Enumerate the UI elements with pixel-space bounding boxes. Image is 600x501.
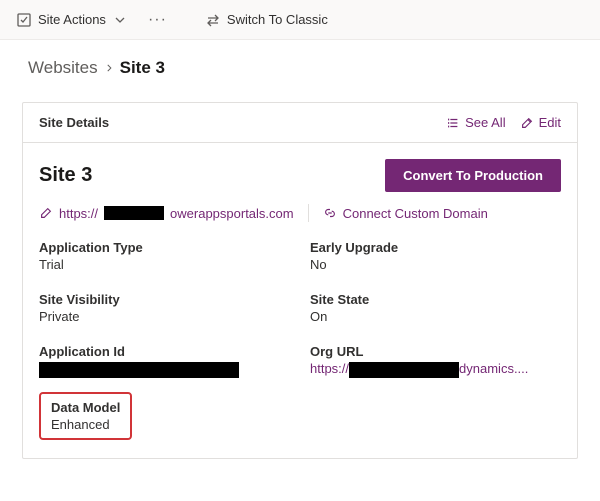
- field-value: On: [310, 309, 561, 324]
- see-all-label: See All: [465, 115, 505, 130]
- field-value: [39, 361, 290, 378]
- site-url-link[interactable]: https:// owerappsportals.com: [39, 206, 294, 221]
- data-model-highlight: Data Model Enhanced: [39, 392, 132, 440]
- see-all-button[interactable]: See All: [446, 115, 505, 130]
- redacted-block: [349, 362, 459, 378]
- field-label: Application Type: [39, 240, 290, 255]
- list-icon: [446, 116, 460, 130]
- card-actions: See All Edit: [446, 115, 561, 130]
- early-upgrade-field: Early Upgrade No: [310, 240, 561, 272]
- url-prefix: https://: [59, 206, 98, 221]
- site-visibility-field: Site Visibility Private: [39, 292, 290, 324]
- redacted-block: [39, 362, 239, 378]
- checklist-icon: [16, 12, 32, 28]
- breadcrumb-current: Site 3: [120, 58, 165, 78]
- field-value: Private: [39, 309, 290, 324]
- site-heading-row: Site 3 Convert To Production: [39, 159, 561, 192]
- site-actions-button[interactable]: Site Actions: [10, 8, 134, 32]
- more-actions-button[interactable]: ···: [142, 11, 173, 29]
- field-value[interactable]: https:// dynamics....: [310, 361, 561, 378]
- org-url-prefix: https://: [310, 361, 349, 376]
- breadcrumb-parent[interactable]: Websites: [28, 58, 98, 78]
- redacted-block: [104, 206, 164, 220]
- card-header: Site Details See All Edit: [23, 103, 577, 143]
- field-label: Site State: [310, 292, 561, 307]
- field-label: Data Model: [51, 400, 120, 415]
- swap-icon: [205, 12, 221, 28]
- link-icon: [323, 206, 337, 220]
- url-row: https:// owerappsportals.com Connect Cust…: [39, 204, 561, 222]
- edit-label: Edit: [539, 115, 561, 130]
- field-label: Application Id: [39, 344, 290, 359]
- url-suffix: owerappsportals.com: [170, 206, 294, 221]
- details-grid: Application Type Trial Early Upgrade No …: [39, 240, 561, 378]
- site-actions-label: Site Actions: [38, 12, 106, 27]
- field-label: Site Visibility: [39, 292, 290, 307]
- field-label: Early Upgrade: [310, 240, 561, 255]
- site-name: Site 3: [39, 164, 92, 187]
- chevron-right-icon: [104, 58, 114, 78]
- field-value: Enhanced: [51, 417, 120, 432]
- convert-to-production-button[interactable]: Convert To Production: [385, 159, 561, 192]
- field-value: Trial: [39, 257, 290, 272]
- switch-to-classic-label: Switch To Classic: [227, 12, 328, 27]
- pencil-icon: [520, 116, 534, 130]
- chevron-down-icon: [112, 12, 128, 28]
- pencil-icon: [39, 206, 53, 220]
- org-url-suffix: dynamics....: [459, 361, 528, 376]
- org-url-field: Org URL https:// dynamics....: [310, 344, 561, 378]
- edit-button[interactable]: Edit: [520, 115, 561, 130]
- field-label: Org URL: [310, 344, 561, 359]
- switch-to-classic-button[interactable]: Switch To Classic: [199, 8, 334, 32]
- card-title: Site Details: [39, 115, 109, 130]
- connect-domain-label: Connect Custom Domain: [343, 206, 488, 221]
- connect-custom-domain-link[interactable]: Connect Custom Domain: [323, 206, 488, 221]
- site-details-card: Site Details See All Edit Site 3 Convert…: [22, 102, 578, 459]
- field-value: No: [310, 257, 561, 272]
- application-type-field: Application Type Trial: [39, 240, 290, 272]
- site-state-field: Site State On: [310, 292, 561, 324]
- application-id-field: Application Id: [39, 344, 290, 378]
- command-bar: Site Actions ··· Switch To Classic: [0, 0, 600, 40]
- card-body: Site 3 Convert To Production https:// owe…: [23, 143, 577, 458]
- divider: [308, 204, 309, 222]
- breadcrumb: Websites Site 3: [0, 40, 600, 88]
